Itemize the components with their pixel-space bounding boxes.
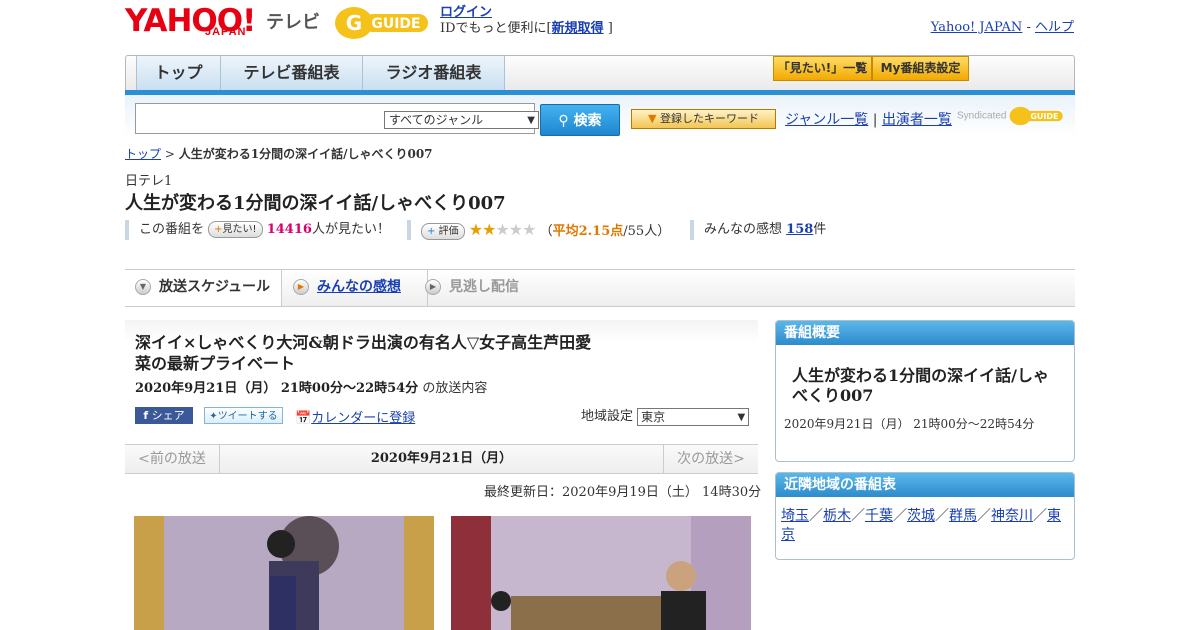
facebook-icon: f [143, 409, 149, 422]
genre-list-link[interactable]: ジャンル一覧 [785, 112, 868, 128]
syndicated-gguide-badge: Syndicated GUIDE [957, 105, 1065, 127]
login-link[interactable]: ログイン [440, 5, 492, 20]
episode-photo [134, 516, 434, 630]
region-link[interactable]: 千葉 [865, 508, 893, 524]
tab-streaming[interactable]: ▶ 見逃し配信 [415, 270, 549, 306]
chevron-down-icon: ▼ [737, 411, 746, 423]
region-link[interactable]: 栃木 [823, 508, 851, 524]
svg-text:GUIDE: GUIDE [1031, 112, 1059, 121]
region-link[interactable]: 神奈川 [991, 508, 1033, 524]
svg-text:GUIDE: GUIDE [371, 16, 420, 32]
overview-box: 番組概要 人生が変わる1分間の深イイ話/しゃべくり007 2020年9月21日（… [775, 320, 1075, 462]
episode-datetime: 2020年9月21日（月） 21時00分～22時54分 の放送内容 [135, 381, 488, 396]
overview-time: 2020年9月21日（月） 21時00分～22時54分 [784, 417, 1035, 431]
play-icon: ▶ [425, 279, 441, 295]
login-block: ログイン IDでもっと便利に[新規取得 ] [440, 5, 613, 36]
header-right-links: Yahoo! JAPAN - ヘルプ [930, 20, 1074, 35]
region-setting: 地域設定 東京 ▼ [581, 405, 750, 426]
overview-program-title: 人生が変わる1分間の深イイ話/しゃべくり007 [792, 366, 1049, 405]
region-link[interactable]: 埼玉 [781, 508, 809, 524]
star-empty-icon: ★★★ [495, 220, 536, 239]
mitai-button[interactable]: +見たい! [208, 221, 263, 238]
tab-radio-schedule[interactable]: ラジオ番組表 [362, 56, 505, 91]
program-tabs: ▼ 放送スケジュール ▶ みんなの感想 ▶ 見逃し配信 [125, 269, 1075, 307]
page-title: 人生が変わる1分間の深イイ話/しゃべくり007 [125, 193, 506, 214]
main-nav: トップ テレビ番組表 ラジオ番組表 「見たい!」一覧 My番組表設定 [125, 55, 1075, 93]
tab-reviews[interactable]: ▶ みんなの感想 [283, 270, 428, 306]
search-icon: ⚲ [558, 113, 569, 129]
tab-schedule[interactable]: ▼ 放送スケジュール [125, 270, 282, 306]
next-broadcast-link[interactable]: 次の放送> [663, 445, 758, 473]
chevron-down-icon: ▼ [527, 115, 535, 126]
region-link[interactable]: 茨城 [907, 508, 935, 524]
login-text: IDでもっと便利に[ [440, 21, 552, 36]
rate-button[interactable]: + 評価 [421, 223, 465, 240]
review-group: みんなの感想 158件 [690, 220, 826, 240]
episode-card: 深イイ×しゃべくり大河&朝ドラ出演の有名人▽女子高生芦田愛菜の最新プライベート … [125, 320, 758, 432]
registered-keyword-button[interactable]: ▼ 登録したキーワード [631, 109, 776, 129]
episode-title: 深イイ×しゃべくり大河&朝ドラ出演の有名人▽女子高生芦田愛菜の最新プライベート [135, 333, 592, 373]
performer-list-link[interactable]: 出演者一覧 [882, 112, 952, 128]
search-button[interactable]: ⚲ 検索 [540, 104, 620, 136]
calendar-register[interactable]: 📅カレンダーに登録 [295, 407, 415, 426]
twitter-icon: ✦ [209, 411, 218, 422]
breadcrumb-current: 人生が変わる1分間の深イイ話/しゃべくり007 [178, 147, 433, 161]
prev-broadcast-link[interactable]: <前の放送 [125, 445, 220, 473]
star-icon: ★★ [468, 220, 497, 239]
tv-logo[interactable]: テレビ [266, 8, 320, 34]
calendar-icon: 📅 [295, 411, 312, 426]
review-count-link[interactable]: 158 [786, 222, 813, 237]
dropdown-arrow-icon: ▼ [648, 112, 657, 125]
yahoo-japan-logo-text: JAPAN [205, 26, 247, 38]
facebook-share-button[interactable]: f シェア [135, 407, 193, 424]
current-broadcast-date: 2020年9月21日（月） [370, 451, 513, 466]
chevron-down-icon: ▼ [135, 279, 151, 295]
mitai-group: この番組を +見たい! 14416人が見たい！ [125, 220, 390, 240]
region-link[interactable]: 群馬 [949, 508, 977, 524]
gguide-logo[interactable]: G GUIDE [334, 6, 432, 40]
search-area: すべてのジャンル ▼ ⚲ 検索 ▼ 登録したキーワード ジャンル一覧 | 出演者… [125, 95, 1075, 137]
broadcast-pager: <前の放送 2020年9月21日（月） 次の放送> [125, 444, 758, 474]
station-name: 日テレ1 [125, 174, 173, 189]
rating-group: + 評価 ★★★★★ （平均2.15点/55人） [407, 220, 670, 240]
tweet-button[interactable]: ✦ツイートする [204, 407, 283, 424]
my-settings-button[interactable]: My番組表設定 [872, 56, 969, 81]
mitai-count: 14416 [266, 222, 312, 237]
last-updated: 最終更新日：2020年9月19日（土） 14時30分 [484, 485, 762, 500]
search-links: ジャンル一覧 | 出演者一覧 [785, 112, 952, 128]
help-link[interactable]: ヘルプ [1035, 20, 1074, 35]
nearby-regions-box: 近隣地域の番組表 埼玉／栃木／千葉／茨城／群馬／神奈川／東京 [775, 472, 1075, 560]
genre-select[interactable]: すべてのジャンル ▼ [384, 111, 539, 129]
nearby-regions-links: 埼玉／栃木／千葉／茨城／群馬／神奈川／東京 [781, 508, 1061, 543]
register-link[interactable]: 新規取得 [552, 21, 604, 36]
nearby-regions-heading: 近隣地域の番組表 [776, 473, 1074, 497]
svg-text:G: G [346, 11, 362, 35]
rating-people: /55人） [623, 224, 671, 239]
episode-photo [451, 516, 751, 630]
mitai-list-button[interactable]: 「見たい!」一覧 [773, 56, 872, 81]
yahoo-japan-link[interactable]: Yahoo! JAPAN [931, 20, 1023, 35]
gguide-small-logo: GUIDE [1009, 106, 1063, 126]
rating-stars: ★★★★★ [468, 220, 537, 239]
breadcrumb-home-link[interactable]: トップ [125, 147, 161, 161]
rating-average: 平均2.15点 [552, 224, 624, 239]
overview-heading: 番組概要 [776, 321, 1074, 345]
region-select[interactable]: 東京 ▼ [637, 407, 750, 426]
tab-tv-schedule[interactable]: テレビ番組表 [220, 56, 363, 91]
tab-top[interactable]: トップ [136, 56, 221, 91]
breadcrumb: トップ > 人生が変わる1分間の深イイ話/しゃべくり007 [125, 147, 433, 161]
play-icon: ▶ [293, 279, 309, 295]
